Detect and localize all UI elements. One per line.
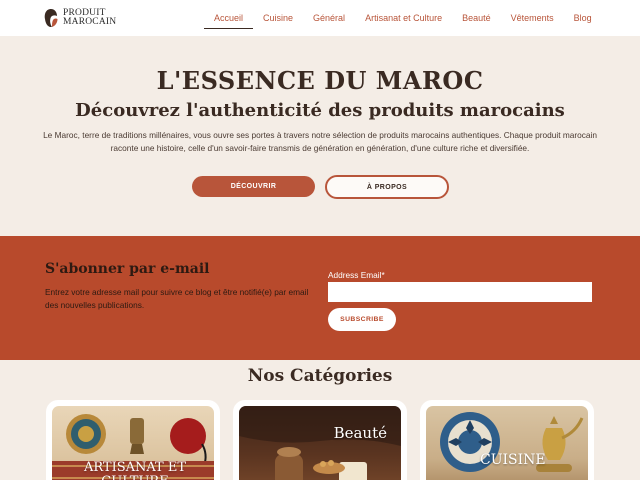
hero-subtitle: Découvrez l'authenticité des produits ma… [75, 100, 565, 121]
logo-line-2: MAROCAIN [63, 17, 117, 27]
discover-button[interactable]: DÉCOUVRIR [192, 176, 315, 197]
nav-item-artisanat[interactable]: Artisanat et Culture [355, 0, 452, 36]
categories-title: Nos Catégories [247, 366, 393, 386]
subscribe-description: Entrez votre adresse mail pour suivre ce… [45, 287, 309, 310]
hero-title: L'ESSENCE DU MAROC [156, 66, 484, 95]
category-image-cuisine: CUISINE [426, 406, 588, 480]
nav-item-general[interactable]: Général [303, 0, 355, 36]
category-image-artisanat: ARTISANAT ET CULTURE [52, 406, 214, 480]
nav-item-cuisine[interactable]: Cuisine [253, 0, 303, 36]
subscribe-button[interactable]: SUBSCRIBE [328, 308, 396, 331]
main-nav: Accueil Cuisine Général Artisanat et Cul… [204, 0, 602, 36]
nav-item-beaute[interactable]: Beauté [452, 0, 501, 36]
hero-description: Le Maroc, terre de traditions millénaire… [43, 130, 597, 153]
email-label: Address Email* [328, 270, 385, 280]
category-label-beaute: Beauté [333, 424, 387, 442]
category-label-artisanat: ARTISANAT ET CULTURE [83, 460, 187, 480]
moroccan-silhouette-icon [44, 9, 58, 27]
kitchen-illustration [440, 412, 584, 472]
about-button[interactable]: À PROPOS [325, 175, 449, 199]
site-logo[interactable]: PRODUIT MAROCAIN [43, 8, 116, 28]
category-card-artisanat[interactable]: ARTISANAT ET CULTURE [46, 400, 220, 480]
site-header: PRODUIT MAROCAIN Accueil Cuisine Général… [0, 0, 640, 36]
nav-item-vetements[interactable]: Vêtements [501, 0, 564, 36]
subscribe-title: S'abonner par e-mail [45, 261, 210, 277]
category-label-cuisine: CUISINE [480, 452, 546, 468]
category-card-cuisine[interactable]: CUISINE [420, 400, 594, 480]
category-card-beaute[interactable]: Beauté [233, 400, 407, 480]
category-image-beaute: Beauté [239, 406, 401, 480]
nav-item-blog[interactable]: Blog [564, 0, 602, 36]
email-field[interactable] [328, 282, 592, 302]
beauty-illustration [239, 406, 401, 480]
nav-item-accueil[interactable]: Accueil [204, 0, 254, 36]
